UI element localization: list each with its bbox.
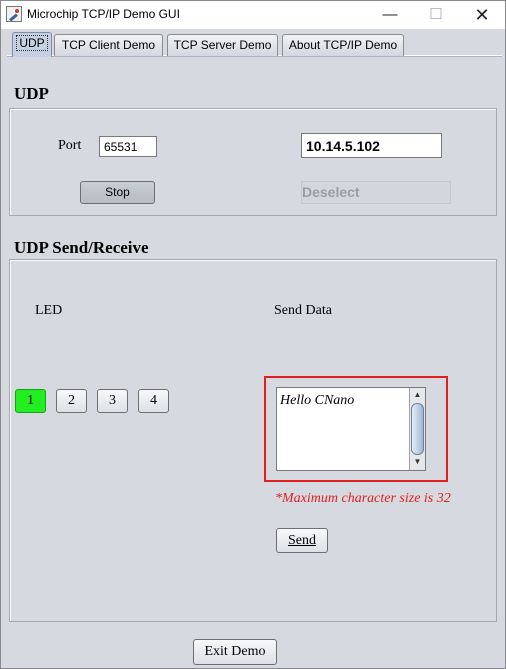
- minimize-button[interactable]: —: [367, 1, 413, 29]
- send-receive-section-title: UDP Send/Receive: [14, 238, 149, 257]
- send-button[interactable]: Send: [276, 528, 328, 553]
- exit-demo-button[interactable]: Exit Demo: [193, 639, 277, 665]
- led-label: LED: [35, 303, 63, 318]
- tab-about-tcpip-demo[interactable]: About TCP/IP Demo: [282, 34, 404, 56]
- java-app-icon: [6, 6, 22, 22]
- scroll-down-arrow-icon[interactable]: ▼: [410, 455, 425, 469]
- led-2-button[interactable]: 2: [56, 389, 87, 413]
- led-3-button[interactable]: 3: [97, 389, 128, 413]
- send-data-textarea[interactable]: Hello CNano ▲ ▼: [276, 387, 426, 471]
- tab-udp-label: UDP: [16, 35, 48, 51]
- app-window: Microchip TCP/IP Demo GUI — ☐ ✕ UDP TCP …: [0, 0, 506, 669]
- title-bar[interactable]: Microchip TCP/IP Demo GUI — ☐ ✕: [1, 1, 505, 29]
- textarea-scrollbar[interactable]: ▲ ▼: [409, 388, 425, 470]
- led-1-button[interactable]: 1: [15, 389, 46, 413]
- deselect-button[interactable]: Deselect: [301, 181, 451, 204]
- max-character-note: *Maximum character size is 32: [275, 491, 451, 506]
- send-data-label: Send Data: [274, 303, 332, 318]
- led-4-button[interactable]: 4: [138, 389, 169, 413]
- maximize-button[interactable]: ☐: [413, 1, 459, 29]
- tab-tcp-server-demo[interactable]: TCP Server Demo: [167, 34, 278, 56]
- scroll-thumb[interactable]: [411, 403, 424, 455]
- port-input[interactable]: 65531: [99, 136, 157, 157]
- udp-section-title: UDP: [14, 84, 49, 103]
- tab-tcp-client-demo[interactable]: TCP Client Demo: [54, 34, 163, 56]
- ip-address-input[interactable]: 10.14.5.102: [301, 133, 442, 158]
- tab-udp[interactable]: UDP: [12, 32, 52, 57]
- window-title: Microchip TCP/IP Demo GUI: [27, 7, 180, 21]
- send-data-text: Hello CNano: [280, 393, 355, 408]
- stop-button[interactable]: Stop: [80, 181, 155, 204]
- send-button-label: Send: [288, 533, 316, 548]
- port-label: Port: [58, 138, 82, 153]
- scroll-up-arrow-icon[interactable]: ▲: [410, 388, 425, 402]
- close-button[interactable]: ✕: [459, 1, 505, 29]
